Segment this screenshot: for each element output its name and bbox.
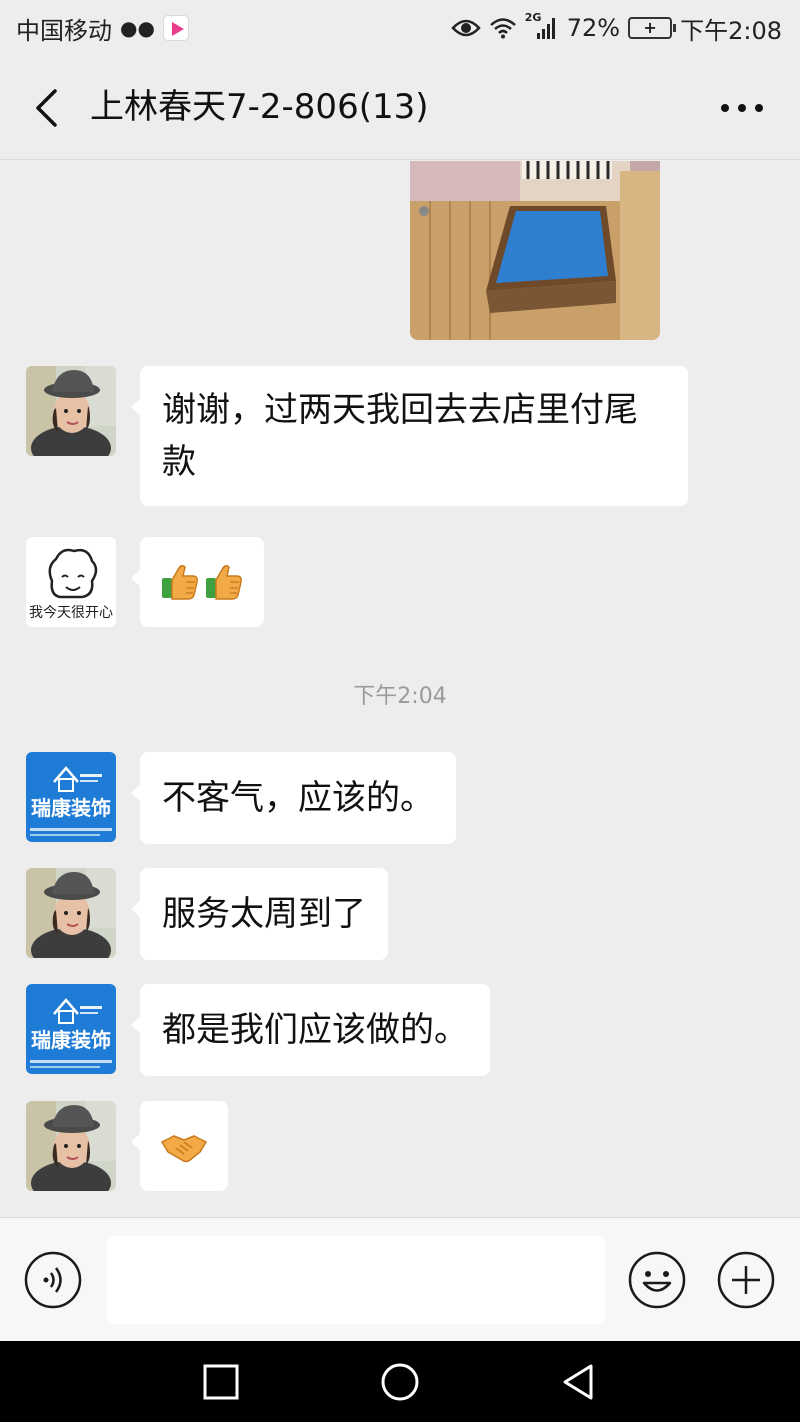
- message-row: [26, 1101, 228, 1191]
- recent-apps-button[interactable]: [200, 1361, 242, 1403]
- avatar-caption: 我今天很开心: [29, 605, 113, 621]
- message-row: 瑞康装饰 不客气，应该的。: [26, 752, 456, 844]
- customer-avatar[interactable]: [26, 1101, 116, 1191]
- voice-icon: [24, 1251, 82, 1309]
- battery-percent: 72%: [566, 14, 621, 42]
- status-right: 2G 72% + 下午2:08: [451, 11, 782, 46]
- message-row: 我今天很开心: [26, 537, 264, 627]
- input-bar: [0, 1217, 800, 1341]
- emoji-button[interactable]: [627, 1250, 687, 1310]
- message-timestamp: 下午2:04: [353, 684, 447, 709]
- emoji-bubble[interactable]: [131, 1101, 228, 1191]
- status-bar: 中国移动 ●● 2G 72% + 下午2:08: [0, 0, 800, 56]
- home-button[interactable]: [379, 1361, 421, 1403]
- company-brand-text: 瑞康装饰: [31, 796, 111, 820]
- voice-input-button[interactable]: [23, 1250, 83, 1310]
- wechat-notification-icon: ●●: [120, 16, 155, 40]
- message-list[interactable]: Minnie 谢谢，过两天我回去去店里付尾款 我今天很开心 下午2:04 瑞康装…: [0, 161, 800, 1217]
- message-text: 都是我们应该做的。: [162, 1010, 468, 1050]
- message-row: 瑞康装饰 都是我们应该做的。: [26, 984, 490, 1076]
- thumbs-up-icon: [161, 564, 198, 600]
- home-icon: [381, 1363, 419, 1401]
- room-photo: Minnie: [410, 161, 660, 340]
- clock: 下午2:08: [680, 16, 782, 45]
- handshake-icon: [160, 1135, 208, 1163]
- text-bubble[interactable]: 都是我们应该做的。: [131, 984, 490, 1076]
- message-row: 谢谢，过两天我回去去店里付尾款: [26, 366, 688, 506]
- system-navigation-bar: [0, 1341, 800, 1422]
- battery-charging-icon: +: [628, 17, 677, 39]
- message-row: 服务太周到了: [26, 868, 388, 960]
- company-avatar[interactable]: 瑞康装饰: [26, 984, 116, 1074]
- system-back-button[interactable]: [557, 1361, 599, 1403]
- cartoon-avatar[interactable]: 我今天很开心: [26, 537, 116, 627]
- text-bubble[interactable]: 不客气，应该的。: [131, 752, 456, 844]
- chat-title: 上林春天7-2-806(13): [90, 87, 429, 127]
- video-app-notification-icon: [162, 15, 189, 41]
- text-bubble[interactable]: 谢谢，过两天我回去去店里付尾款: [131, 366, 688, 506]
- back-triangle-icon: [563, 1364, 593, 1400]
- image-message[interactable]: Minnie: [410, 161, 660, 340]
- emoji-bubble[interactable]: [131, 537, 264, 627]
- message-input[interactable]: [107, 1236, 605, 1324]
- company-brand-text: 瑞康装饰: [31, 1028, 111, 1052]
- chat-info-button[interactable]: [714, 86, 770, 130]
- smiley-icon: [628, 1251, 686, 1309]
- more-dots-icon: [721, 104, 763, 112]
- message-text: 不客气，应该的。: [162, 778, 434, 818]
- wifi-icon: [489, 18, 516, 39]
- back-button[interactable]: [26, 84, 66, 132]
- eye-comfort-icon: [451, 19, 481, 37]
- company-avatar[interactable]: 瑞康装饰: [26, 752, 116, 842]
- plus-circle-icon: [717, 1251, 775, 1309]
- customer-avatar[interactable]: [26, 366, 116, 456]
- chevron-left-icon: [36, 89, 57, 127]
- status-left: 中国移动 ●●: [16, 11, 189, 46]
- text-bubble[interactable]: 服务太周到了: [131, 868, 388, 960]
- carrier-name: 中国移动: [16, 16, 112, 45]
- more-functions-button[interactable]: [716, 1250, 776, 1310]
- message-text: 谢谢，过两天我回去去店里付尾款: [162, 390, 638, 482]
- message-text: 服务太周到了: [162, 894, 366, 934]
- chat-header: 上林春天7-2-806(13): [0, 56, 800, 160]
- signal-icon: 2G: [525, 11, 559, 41]
- thumbs-up-icon: [205, 564, 242, 600]
- recent-apps-icon: [203, 1364, 239, 1400]
- customer-avatar[interactable]: [26, 868, 116, 958]
